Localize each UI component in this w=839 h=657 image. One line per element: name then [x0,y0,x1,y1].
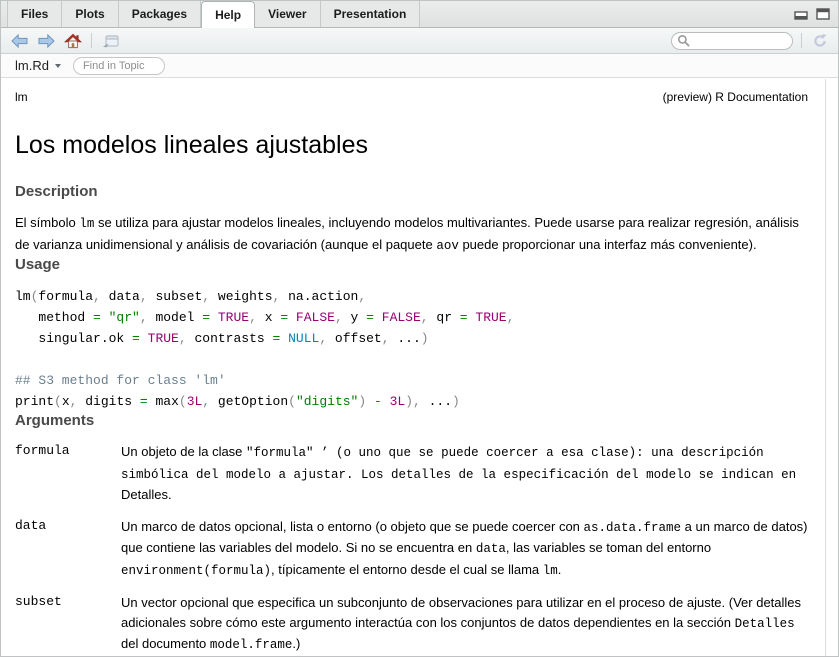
maximize-icon[interactable] [816,8,830,20]
tab-presentation[interactable]: Presentation [321,1,421,27]
arguments-table: formula Un objeto de la clase "formula" … [15,442,808,657]
topic-dropdown[interactable]: lm.Rd [15,58,61,73]
refresh-button[interactable] [810,31,830,51]
tab-files[interactable]: Files [7,1,62,27]
back-arrow-icon [11,34,28,48]
argument-row: formula Un objeto de la clase "formula" … [15,442,808,505]
argument-term: formula [15,442,121,505]
code-line: print(x, digits = max(3L, getOption("dig… [15,391,808,412]
tab-plots-label: Plots [75,7,104,21]
argument-description: Un marco de datos opcional, lista o ento… [121,517,808,582]
vertical-scrollbar[interactable] [825,79,838,656]
topic-name: lm.Rd [15,58,49,73]
usage-code-block: lm(formula, data, subset, weights, na.ac… [15,286,808,412]
tab-help-label: Help [215,8,241,22]
back-button[interactable] [9,31,29,51]
home-button[interactable] [63,31,83,51]
argument-row: data Un marco de datos opcional, lista o… [15,517,808,582]
toolbar-separator [801,33,802,48]
toolbar-search-area [671,31,830,51]
argument-description: Un vector opcional que especifica un sub… [121,593,808,656]
argument-term: data [15,517,121,582]
topic-bar: lm.Rd [1,54,838,78]
forward-arrow-icon [38,34,55,48]
code-line [15,349,808,370]
tab-packages-label: Packages [132,7,187,21]
toolbar-separator [91,33,92,48]
description-paragraph: El símbolo lm se utiliza para ajustar mo… [15,213,808,256]
code-line: ## S3 method for class 'lm' [15,370,808,391]
minimize-icon[interactable] [794,8,808,20]
tab-files-label: Files [21,7,48,21]
tab-plots[interactable]: Plots [62,1,118,27]
pane-tab-bar: Files Plots Packages Help Viewer Present… [1,1,838,28]
section-heading-description: Description [15,183,808,200]
doc-header-right: (preview) R Documentation [663,90,808,104]
search-input[interactable] [690,35,787,47]
show-in-new-window-button[interactable] [100,31,120,51]
code-line: singular.ok = TRUE, contrasts = NULL, of… [15,328,808,349]
open-in-new-window-icon [102,34,119,48]
window-controls [794,1,838,27]
argument-row: subset Un vector opcional que especifica… [15,593,808,656]
help-toolbar [1,28,838,54]
help-search-box[interactable] [671,32,793,50]
doc-header-topic: lm [15,90,28,104]
code-line: lm(formula, data, subset, weights, na.ac… [15,286,808,307]
doc-header: lm (preview) R Documentation [15,90,808,104]
argument-term: subset [15,593,121,656]
home-icon [64,33,82,49]
tab-help[interactable]: Help [201,1,255,28]
tab-viewer-label: Viewer [268,7,306,21]
chevron-down-icon [55,64,61,68]
tab-presentation-label: Presentation [334,7,407,21]
tab-packages[interactable]: Packages [119,1,201,27]
page-title: Los modelos lineales ajustables [15,131,808,160]
forward-button[interactable] [36,31,56,51]
find-in-topic-input[interactable] [73,57,165,75]
section-heading-usage: Usage [15,256,808,273]
tab-viewer[interactable]: Viewer [255,1,320,27]
search-icon [677,34,690,47]
help-content: lm (preview) R Documentation Los modelos… [1,78,838,657]
argument-description: Un objeto de la clase "formula" ’ (o uno… [121,442,808,505]
code-line: method = "qr", model = TRUE, x = FALSE, … [15,307,808,328]
refresh-icon [812,33,828,49]
help-pane: Files Plots Packages Help Viewer Present… [0,0,839,657]
section-heading-arguments: Arguments [15,412,808,429]
